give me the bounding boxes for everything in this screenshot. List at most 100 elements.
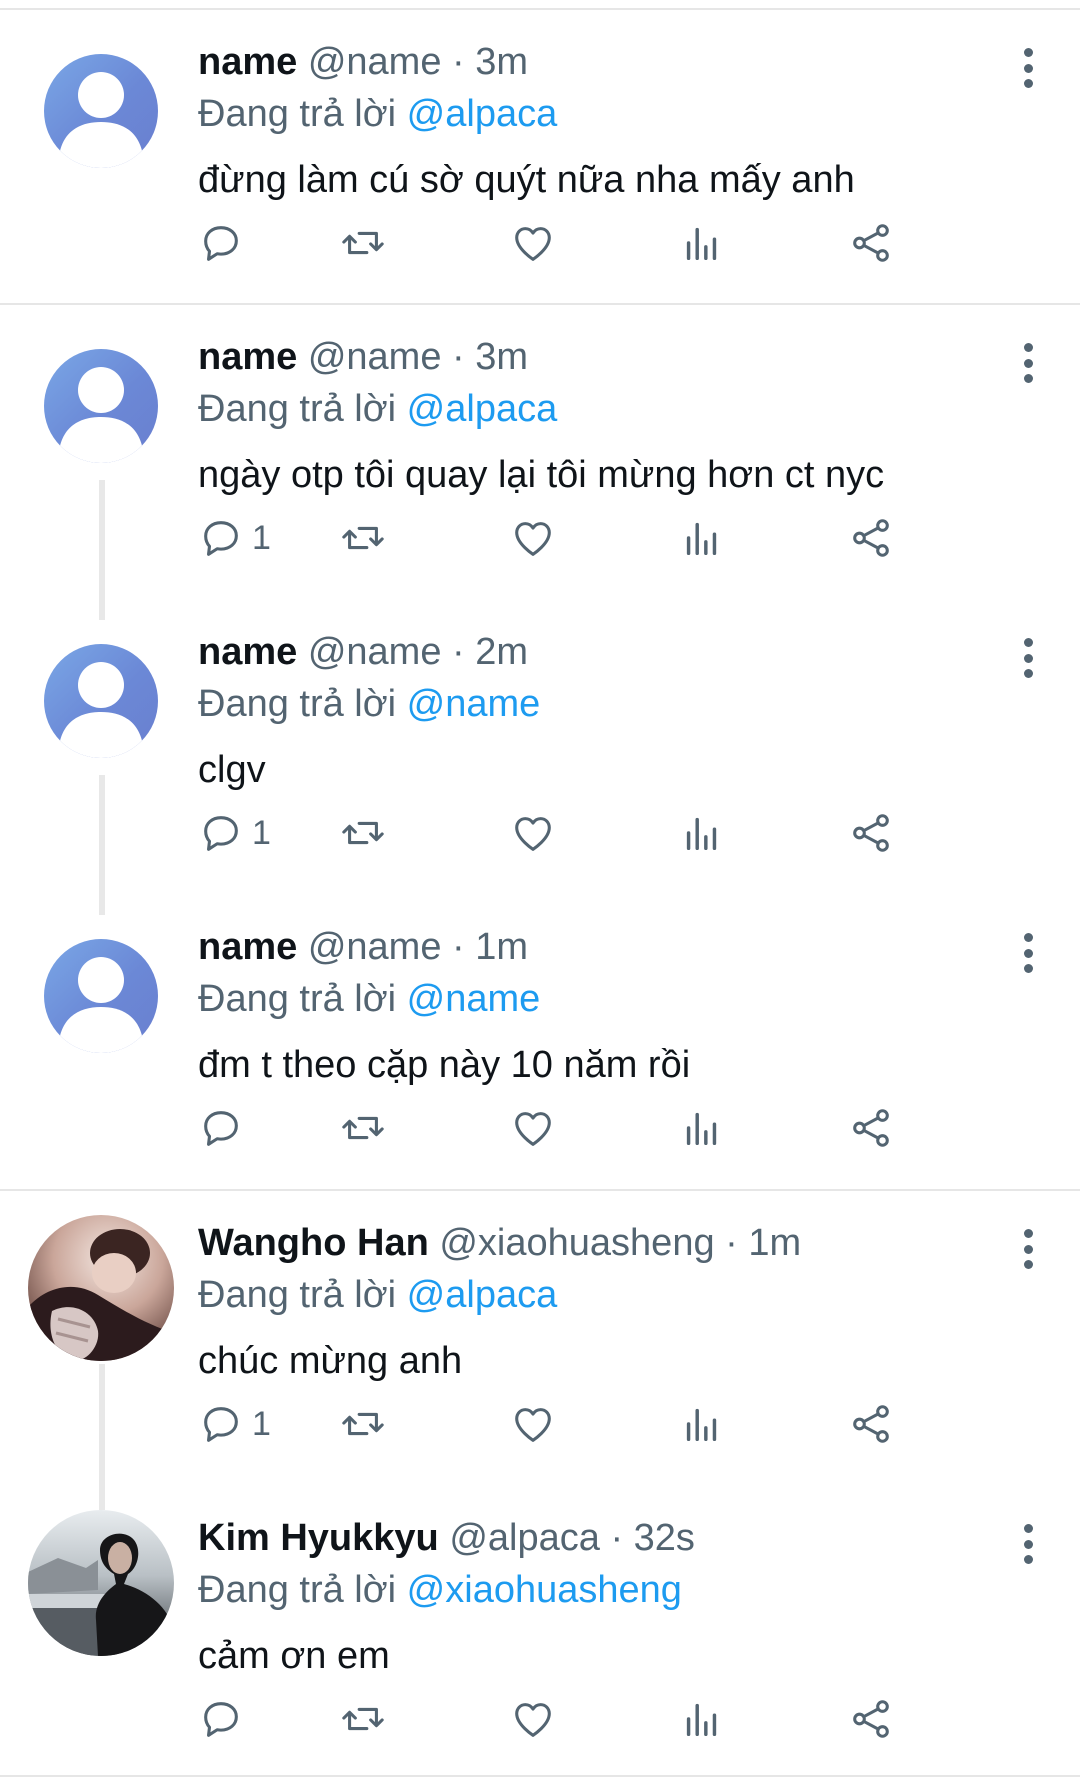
retweet-button[interactable] — [340, 1103, 386, 1153]
display-name[interactable]: Kim Hyukkyu — [198, 1517, 439, 1559]
share-icon — [853, 1405, 889, 1443]
separator: · — [452, 336, 465, 378]
tweet-text: đm t theo cặp này 10 năm rồi — [198, 1044, 691, 1086]
user-handle[interactable]: @alpaca — [449, 1517, 600, 1559]
like-button[interactable] — [510, 1103, 556, 1153]
reply-button[interactable]: 1 — [198, 1399, 271, 1449]
display-name[interactable]: name — [198, 336, 297, 378]
avatar[interactable] — [44, 939, 158, 1053]
mention-link[interactable]: @name — [407, 683, 541, 725]
timestamp[interactable]: 1m — [475, 926, 528, 968]
views-icon — [686, 1408, 717, 1442]
replying-to: Đang trả lời @name — [198, 680, 1040, 728]
action-bar: 1 — [198, 513, 1028, 563]
mention-link[interactable]: @name — [407, 978, 541, 1020]
mention-link[interactable]: @alpaca — [407, 93, 558, 135]
tweet[interactable]: Wangho Han @xiaohuasheng · 1m Đang trả l… — [0, 1191, 1080, 1486]
like-button[interactable] — [510, 1694, 556, 1744]
views-icon — [686, 522, 717, 556]
replying-to: Đang trả lời @alpaca — [198, 90, 1040, 138]
user-handle[interactable]: @xiaohuasheng — [439, 1222, 714, 1264]
user-handle[interactable]: @name — [308, 336, 442, 378]
views-button[interactable] — [679, 808, 725, 858]
retweet-icon — [342, 526, 384, 550]
retweet-icon — [342, 1116, 384, 1140]
tweet[interactable]: name @name · 3m Đang trả lời @alpaca đừn… — [0, 10, 1080, 305]
timestamp[interactable]: 32s — [634, 1517, 695, 1559]
more-icon[interactable] — [1016, 638, 1040, 678]
more-icon[interactable] — [1016, 933, 1040, 973]
tweet-header: Kim Hyukkyu @alpaca · 32s — [198, 1514, 1040, 1562]
views-button[interactable] — [679, 513, 725, 563]
default-avatar-icon — [58, 72, 144, 168]
like-icon — [515, 522, 551, 556]
share-button[interactable] — [848, 1399, 894, 1449]
share-button[interactable] — [848, 808, 894, 858]
retweet-button[interactable] — [340, 1399, 386, 1449]
avatar[interactable] — [44, 54, 158, 168]
reply-button[interactable] — [198, 218, 252, 268]
share-icon — [853, 224, 889, 262]
views-button[interactable] — [679, 1103, 725, 1153]
share-button[interactable] — [848, 1694, 894, 1744]
like-button[interactable] — [510, 1399, 556, 1449]
share-icon — [853, 519, 889, 557]
replying-prefix: Đang trả lời — [198, 683, 397, 725]
share-button[interactable] — [848, 218, 894, 268]
tweet-header: name @name · 2m — [198, 628, 1040, 676]
tweet[interactable]: name @name · 1m Đang trả lời @name đm t … — [0, 895, 1080, 1190]
views-button[interactable] — [679, 1399, 725, 1449]
share-button[interactable] — [848, 1103, 894, 1153]
retweet-button[interactable] — [340, 513, 386, 563]
display-name[interactable]: name — [198, 631, 297, 673]
user-handle[interactable]: @name — [308, 41, 442, 83]
views-button[interactable] — [679, 1694, 725, 1744]
reply-button[interactable]: 1 — [198, 808, 271, 858]
replying-prefix: Đang trả lời — [198, 388, 397, 430]
views-icon — [686, 227, 717, 261]
timestamp[interactable]: 3m — [475, 336, 528, 378]
tweet[interactable]: Kim Hyukkyu @alpaca · 32s Đang trả lời @… — [0, 1486, 1080, 1781]
replying-to: Đang trả lời @name — [198, 975, 1040, 1023]
reply-button[interactable] — [198, 1694, 252, 1744]
more-icon[interactable] — [1016, 1524, 1040, 1564]
mention-link[interactable]: @alpaca — [407, 1274, 558, 1316]
share-button[interactable] — [848, 513, 894, 563]
reply-button[interactable] — [198, 1103, 252, 1153]
display-name[interactable]: Wangho Han — [198, 1222, 429, 1264]
timestamp[interactable]: 3m — [475, 41, 528, 83]
like-button[interactable] — [510, 218, 556, 268]
reply-count: 1 — [252, 1404, 271, 1443]
avatar[interactable] — [44, 349, 158, 463]
avatar[interactable] — [28, 1510, 174, 1656]
more-icon[interactable] — [1016, 1229, 1040, 1269]
user-handle[interactable]: @name — [308, 926, 442, 968]
separator: · — [725, 1222, 738, 1264]
more-icon[interactable] — [1016, 343, 1040, 383]
reply-count: 1 — [252, 518, 271, 557]
views-button[interactable] — [679, 218, 725, 268]
retweet-button[interactable] — [340, 218, 386, 268]
avatar[interactable] — [28, 1215, 174, 1361]
share-icon — [853, 814, 889, 852]
avatar[interactable] — [44, 644, 158, 758]
retweet-button[interactable] — [340, 808, 386, 858]
separator: · — [452, 41, 465, 83]
tweet[interactable]: name @name · 2m Đang trả lời @name clgv … — [0, 600, 1080, 895]
more-icon[interactable] — [1016, 48, 1040, 88]
mention-link[interactable]: @xiaohuasheng — [407, 1569, 682, 1611]
like-icon — [515, 227, 551, 261]
user-handle[interactable]: @name — [308, 631, 442, 673]
reply-button[interactable]: 1 — [198, 513, 271, 563]
retweet-button[interactable] — [340, 1694, 386, 1744]
retweet-icon — [342, 1412, 384, 1436]
mention-link[interactable]: @alpaca — [407, 388, 558, 430]
replying-to: Đang trả lời @alpaca — [198, 385, 1040, 433]
tweet[interactable]: name @name · 3m Đang trả lời @alpaca ngà… — [0, 305, 1080, 600]
timestamp[interactable]: 1m — [748, 1222, 801, 1264]
display-name[interactable]: name — [198, 41, 297, 83]
display-name[interactable]: name — [198, 926, 297, 968]
like-button[interactable] — [510, 808, 556, 858]
like-button[interactable] — [510, 513, 556, 563]
timestamp[interactable]: 2m — [475, 631, 528, 673]
